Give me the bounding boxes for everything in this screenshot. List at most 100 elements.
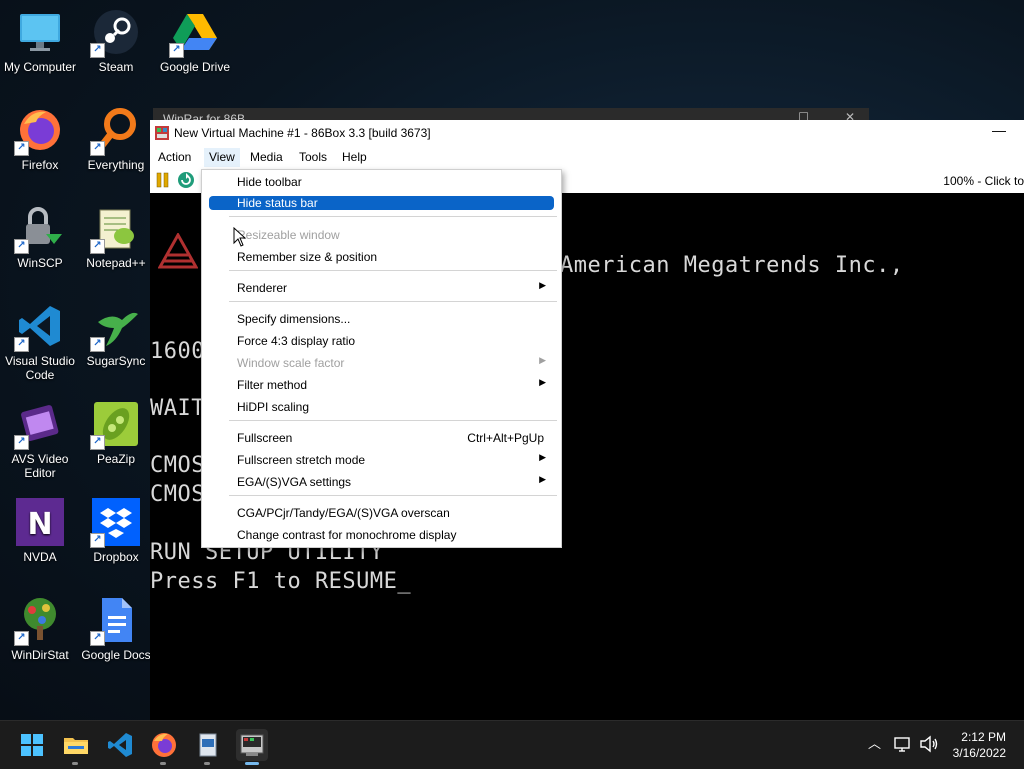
shortcut-arrow-icon: ↗ bbox=[14, 239, 29, 254]
bios-line: American Megatrends Inc., bbox=[560, 253, 904, 278]
taskbar-clock[interactable]: 2:12 PM 3/16/2022 bbox=[953, 729, 1006, 761]
desktop-icon-avs-video-editor[interactable]: ↗ AVS Video Editor bbox=[0, 400, 80, 480]
menu-item-hide-status-bar[interactable]: Hide status bar bbox=[209, 196, 554, 210]
desktop-icon-notepad-plus-plus[interactable]: ↗ Notepad++ bbox=[76, 204, 156, 270]
sugarsync-icon: ↗ bbox=[90, 302, 140, 352]
menu-tools[interactable]: Tools bbox=[299, 150, 327, 164]
menu-item-fullscreen-stretch-mode[interactable]: Fullscreen stretch mode ▶ bbox=[209, 452, 554, 467]
menu-action[interactable]: Action bbox=[158, 150, 191, 164]
start-button[interactable] bbox=[16, 729, 48, 761]
menu-media[interactable]: Media bbox=[250, 150, 283, 164]
avs-video-editor-icon: ↗ bbox=[14, 400, 64, 450]
desktop-icon-winscp[interactable]: ↗ WinSCP bbox=[0, 204, 80, 270]
bios-line: CMOS bbox=[150, 482, 205, 507]
menu-item-resizeable-window[interactable]: Resizeable window bbox=[209, 228, 554, 242]
desktop-icon-dropbox[interactable]: ↗ Dropbox bbox=[76, 498, 156, 564]
desktop-icon-label: My Computer bbox=[3, 60, 77, 74]
desktop-icon-label: WinSCP bbox=[17, 256, 63, 270]
shortcut-arrow-icon: ↗ bbox=[90, 239, 105, 254]
minimize-button[interactable]: — bbox=[992, 122, 1006, 138]
desktop-icon-firefox[interactable]: ↗ Firefox bbox=[0, 106, 80, 172]
vscode-icon: ↗ bbox=[14, 302, 64, 352]
file-explorer-icon bbox=[64, 738, 88, 754]
desktop-icon-windirstat[interactable]: ↗ WinDirStat bbox=[0, 596, 80, 662]
window-titlebar[interactable]: New Virtual Machine #1 - 86Box 3.3 [buil… bbox=[150, 120, 1024, 145]
desktop-icon-my-computer[interactable]: My Computer bbox=[0, 8, 80, 74]
menu-help[interactable]: Help bbox=[342, 150, 367, 164]
desktop-icon-label: Google Docs bbox=[81, 648, 151, 662]
shortcut-arrow-icon: ↗ bbox=[90, 141, 105, 156]
shortcut-arrow-icon: ↗ bbox=[14, 141, 29, 156]
window-title: New Virtual Machine #1 - 86Box 3.3 [buil… bbox=[174, 126, 431, 140]
network-icon[interactable] bbox=[894, 735, 912, 753]
view-menu-dropdown: Hide toolbar Hide status bar Resizeable … bbox=[201, 169, 562, 548]
monitor-icon bbox=[16, 8, 64, 56]
menu-separator bbox=[229, 495, 557, 496]
firefox-icon bbox=[152, 733, 176, 757]
taskbar-vscode[interactable] bbox=[104, 729, 136, 761]
taskbar-notepad[interactable] bbox=[192, 729, 224, 765]
shortcut-arrow-icon: ↗ bbox=[90, 43, 105, 58]
reset-icon[interactable] bbox=[177, 171, 195, 189]
running-indicator bbox=[160, 762, 166, 765]
menu-item-window-scale-factor[interactable]: Window scale factor ▶ bbox=[209, 355, 554, 370]
steam-icon: ↗ bbox=[90, 8, 140, 58]
pause-icon[interactable] bbox=[156, 172, 170, 188]
svg-text:N: N bbox=[27, 507, 52, 542]
desktop-icon-vscode[interactable]: ↗ Visual Studio Code bbox=[0, 302, 80, 382]
menu-item-hidpi-scaling[interactable]: HiDPI scaling bbox=[209, 400, 554, 414]
firefox-icon: ↗ bbox=[14, 106, 64, 156]
taskbar-86box[interactable] bbox=[236, 729, 268, 765]
desktop-icon-peazip[interactable]: ↗ PeaZip bbox=[76, 400, 156, 466]
submenu-arrow-icon: ▶ bbox=[539, 355, 546, 365]
chevron-up-icon[interactable]: ︿ bbox=[868, 733, 881, 752]
desktop-icon-label: WinDirStat bbox=[11, 648, 69, 662]
menu-separator bbox=[229, 270, 557, 271]
dropbox-icon: ↗ bbox=[90, 498, 140, 548]
menu-item-renderer[interactable]: Renderer ▶ bbox=[209, 280, 554, 295]
submenu-arrow-icon: ▶ bbox=[539, 452, 546, 462]
86box-icon bbox=[155, 126, 169, 140]
desktop-icon-google-drive[interactable]: ↗ Google Drive bbox=[155, 8, 235, 74]
desktop-icon-label: Notepad++ bbox=[86, 256, 146, 270]
active-indicator bbox=[245, 762, 259, 765]
nvda-icon: N bbox=[16, 498, 64, 546]
menu-item-specify-dimensions[interactable]: Specify dimensions... bbox=[209, 312, 554, 326]
shortcut-arrow-icon: ↗ bbox=[90, 533, 105, 548]
desktop-icon-google-docs[interactable]: ↗ Google Docs bbox=[76, 596, 156, 662]
clock-time: 2:12 PM bbox=[961, 730, 1006, 744]
desktop-icon-label: Steam bbox=[98, 60, 134, 74]
google-docs-icon: ↗ bbox=[90, 596, 140, 646]
menu-view[interactable]: View bbox=[204, 148, 240, 168]
taskbar-firefox[interactable] bbox=[148, 729, 180, 765]
menu-item-filter-method[interactable]: Filter method ▶ bbox=[209, 377, 554, 392]
menu-item-monochrome-contrast[interactable]: Change contrast for monochrome display bbox=[209, 528, 554, 542]
desktop-icon-nvda[interactable]: N NVDA bbox=[0, 498, 80, 564]
submenu-arrow-icon: ▶ bbox=[539, 377, 546, 387]
menu-item-fullscreen[interactable]: Fullscreen Ctrl+Alt+PgUp bbox=[209, 431, 554, 445]
vscode-icon bbox=[108, 733, 132, 757]
volume-icon[interactable] bbox=[919, 735, 939, 753]
zoom-status[interactable]: 100% - Click to bbox=[943, 174, 1024, 188]
menu-item-overscan[interactable]: CGA/PCjr/Tandy/EGA/(S)VGA overscan bbox=[209, 506, 554, 520]
menu-separator bbox=[229, 216, 557, 217]
desktop-icon-steam[interactable]: ↗ Steam bbox=[76, 8, 156, 74]
menu-item-hide-toolbar[interactable]: Hide toolbar bbox=[209, 175, 554, 189]
desktop-icon-label: PeaZip bbox=[96, 452, 136, 466]
menu-separator bbox=[229, 420, 557, 421]
desktop-icon-label: Visual Studio Code bbox=[5, 354, 75, 382]
desktop-icon-sugarsync[interactable]: ↗ SugarSync bbox=[76, 302, 156, 368]
desktop-icon-label: NVDA bbox=[23, 550, 57, 564]
running-indicator bbox=[204, 762, 210, 765]
clock-date: 3/16/2022 bbox=[952, 746, 1006, 760]
shortcut-arrow-icon: ↗ bbox=[90, 435, 105, 450]
bios-line: WAIT bbox=[150, 396, 205, 421]
menu-item-remember-size-position[interactable]: Remember size & position bbox=[209, 250, 554, 264]
menu-item-force-4-3[interactable]: Force 4:3 display ratio bbox=[209, 334, 554, 348]
desktop-icon-label: Everything bbox=[87, 158, 145, 172]
peazip-icon: ↗ bbox=[90, 400, 140, 450]
taskbar-file-explorer[interactable] bbox=[60, 729, 92, 765]
desktop-icon-everything[interactable]: ↗ Everything bbox=[76, 106, 156, 172]
desktop-icon-label: Firefox bbox=[21, 158, 59, 172]
menu-item-ega-svga-settings[interactable]: EGA/(S)VGA settings ▶ bbox=[209, 474, 554, 489]
